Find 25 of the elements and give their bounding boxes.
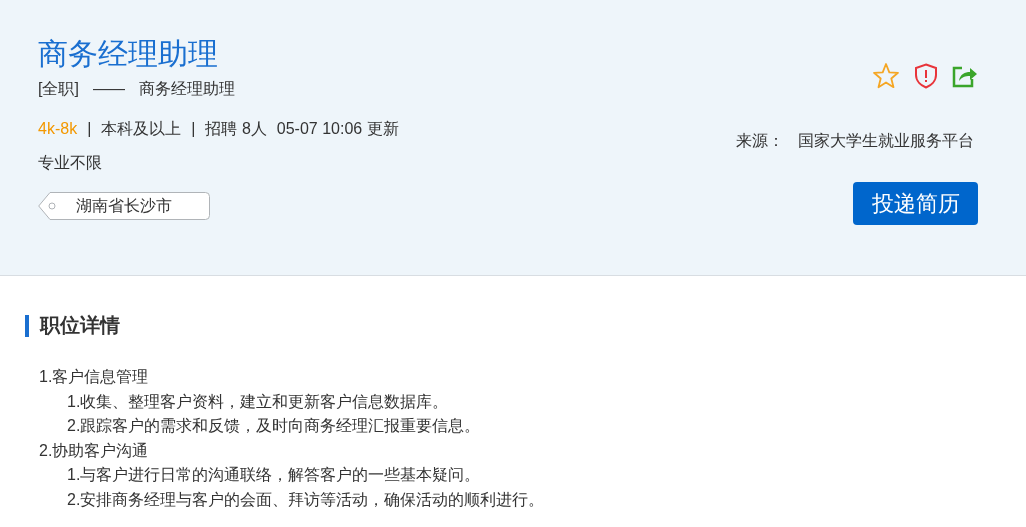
detail-line: 1.客户信息管理: [39, 367, 150, 387]
source-text: 国家大学生就业服务平台: [798, 131, 974, 151]
salary-text: 4k-8k: [38, 119, 78, 139]
source-label: 来源：: [736, 131, 784, 151]
star-icon[interactable]: [872, 62, 900, 90]
meta-text: 05-07 10:06 更新: [276, 119, 399, 139]
section-heading: 职位详情: [40, 313, 120, 338]
job-type-text: 商务经理助理: [138, 79, 235, 99]
apply-button[interactable]: 投递简历: [853, 182, 978, 225]
job-title: 商务经理助理: [38, 36, 218, 72]
detail-line: 2.安排商务经理与客户的会面、拜访等活动，确保活动的顺利进行。: [66, 489, 546, 510]
share-icon[interactable]: [952, 64, 978, 88]
detail-line: 2.跟踪客户的需求和反馈，及时向商务经理汇报重要信息。: [66, 416, 482, 436]
detail-line: 2.协助客户沟通: [39, 440, 150, 461]
report-shield-icon[interactable]: [914, 63, 938, 89]
major-text: 专业不限: [38, 153, 102, 173]
meta-text: 本科及以上: [101, 119, 182, 139]
meta-text: 招聘 8人: [205, 119, 267, 139]
location-tag: 湖南省长沙市: [38, 192, 210, 220]
detail-line: 1.收集、整理客户资料，建立和更新客户信息数据库。: [66, 391, 450, 412]
job-type-text: ——: [92, 79, 125, 99]
job-type-text: [全职]: [38, 79, 79, 99]
separator-text: |: [87, 119, 92, 139]
separator-text: |: [191, 119, 196, 139]
detail-line: 1.与客户进行日常的沟通联络，解答客户的一些基本疑问。: [66, 465, 482, 485]
